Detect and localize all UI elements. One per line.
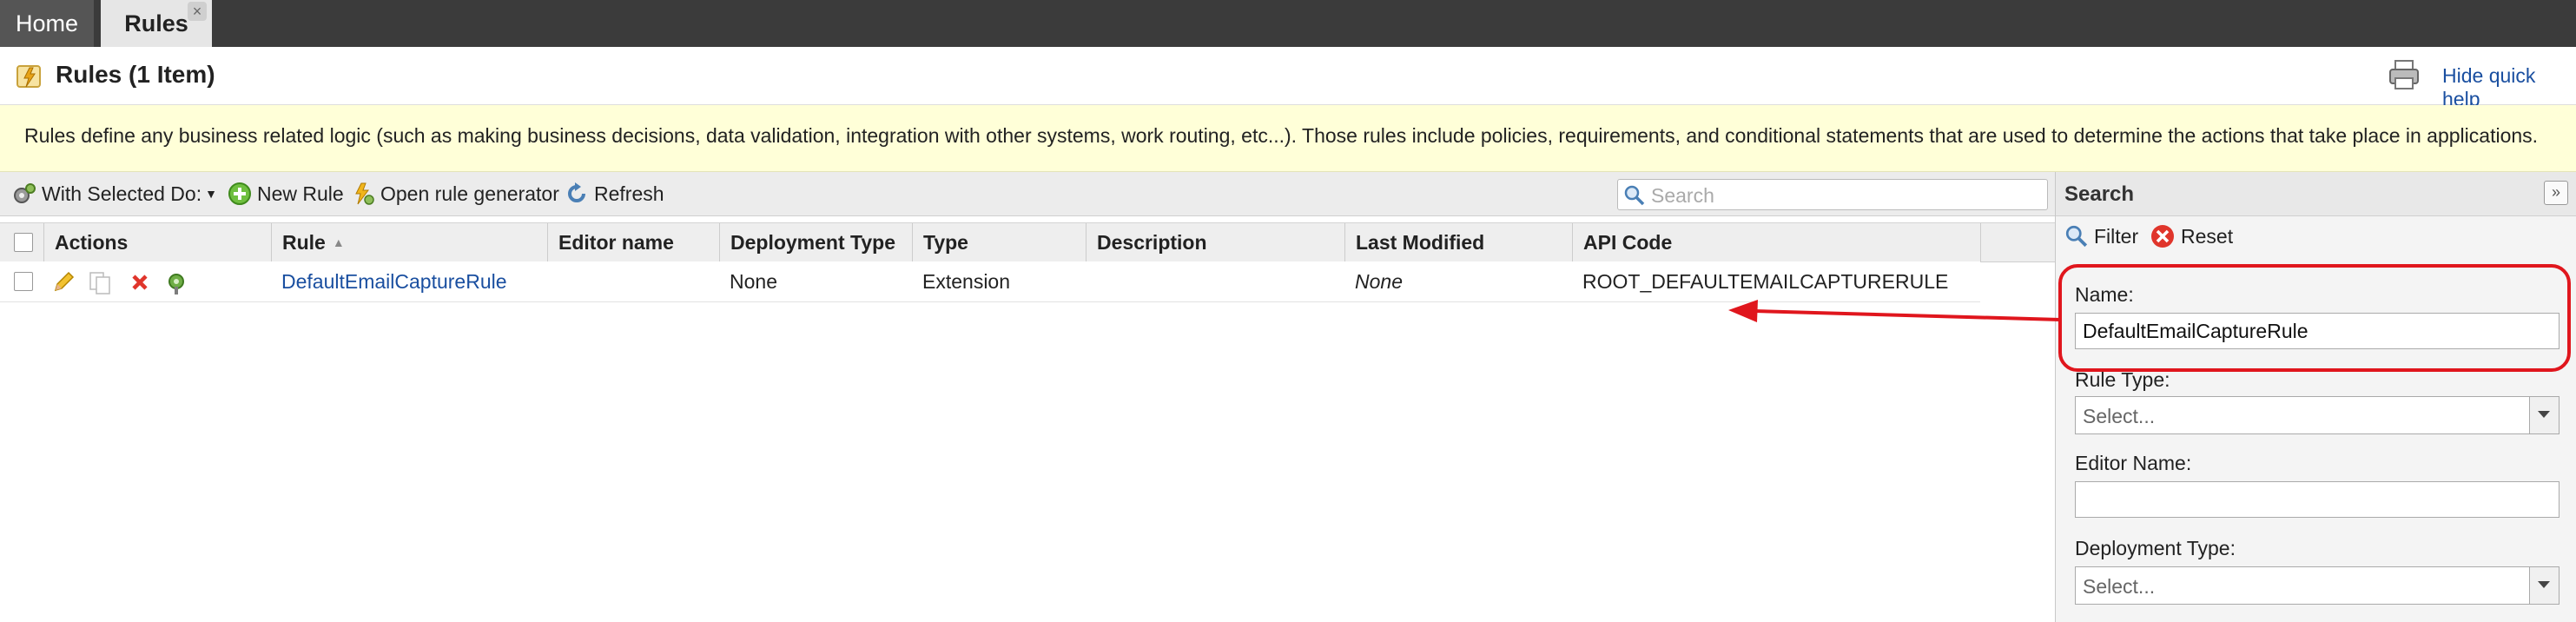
rule-type-select[interactable]: Select...	[2075, 396, 2559, 434]
search-panel-header: Search »	[2056, 172, 2576, 216]
reset-button[interactable]: Reset	[2150, 221, 2233, 252]
deployment-type-label: Deployment Type:	[2075, 537, 2236, 559]
print-icon[interactable]	[2387, 57, 2421, 92]
tab-bar: Home Rules ×	[0, 0, 2576, 47]
copy-icon[interactable]	[87, 269, 113, 295]
rules-icon	[17, 65, 41, 88]
rule-name-text[interactable]: DefaultEmailCaptureRule	[281, 270, 507, 294]
dropdown-arrow-icon	[2529, 567, 2559, 604]
new-rule-button[interactable]: New Rule	[228, 172, 344, 215]
cell-description	[1086, 261, 1344, 301]
column-api-code[interactable]: API Code	[1572, 223, 1980, 261]
new-rule-label: New Rule	[257, 182, 344, 205]
column-spacer	[1980, 223, 2055, 261]
gears-icon	[14, 183, 36, 203]
search-icon	[1624, 185, 1645, 206]
caret-down-icon: ▼	[205, 187, 217, 201]
rule-name-link[interactable]: DefaultEmailCaptureRule	[271, 261, 547, 301]
with-selected-label: With Selected Do:	[42, 182, 202, 205]
page-title: Rules (1 Item)	[56, 61, 215, 88]
close-tab-icon[interactable]: ×	[188, 2, 207, 21]
refresh-label: Refresh	[594, 182, 664, 205]
column-editor-name[interactable]: Editor name	[547, 223, 719, 261]
tab-home[interactable]: Home	[0, 0, 94, 47]
tab-rules-label: Rules	[124, 10, 188, 36]
collapse-panel-icon[interactable]: »	[2544, 181, 2568, 205]
add-icon	[228, 182, 251, 205]
cell-last-modified: None	[1355, 269, 1403, 293]
hide-quick-help-link[interactable]: Hide quick help	[2442, 64, 2576, 111]
editor-name-input[interactable]	[2075, 481, 2559, 518]
column-rule-label: Rule	[282, 230, 326, 254]
table-row[interactable]: DefaultEmailCaptureRule None Extension N…	[0, 261, 1980, 302]
help-text: Rules define any business related logic …	[24, 124, 2539, 147]
column-type[interactable]: Type	[912, 223, 1086, 261]
editor-name-label: Editor Name:	[2075, 452, 2192, 474]
rule-generator-icon	[355, 182, 374, 205]
with-selected-dropdown[interactable]: With Selected Do: ▼	[12, 172, 217, 215]
cell-deployment-type: None	[730, 269, 777, 293]
cell-api-code: ROOT_DEFAULTEMAILCAPTURERULE	[1582, 269, 1949, 293]
quick-help-banner: Rules define any business related logic …	[0, 105, 2576, 172]
column-deployment-type[interactable]: Deployment Type	[719, 223, 912, 261]
page-header: Rules (1 Item) Hide quick help	[0, 49, 2576, 110]
reset-icon	[2151, 225, 2174, 248]
column-last-modified[interactable]: Last Modified	[1344, 223, 1572, 261]
delete-icon[interactable]	[127, 269, 153, 295]
open-rule-generator-button[interactable]: Open rule generator	[351, 172, 559, 215]
rule-type-label: Rule Type:	[2075, 368, 2170, 391]
filter-search-icon	[2065, 225, 2088, 248]
open-rule-generator-label: Open rule generator	[380, 182, 559, 205]
cell-type: Extension	[922, 269, 1011, 293]
deployment-type-select[interactable]: Select...	[2075, 566, 2559, 605]
table-header: Actions Rule ▲ Editor name Deployment Ty…	[0, 222, 2055, 262]
dropdown-arrow-icon	[2529, 397, 2559, 433]
configure-icon[interactable]	[163, 269, 189, 295]
sort-ascending-icon: ▲	[332, 235, 345, 249]
reset-label: Reset	[2181, 224, 2234, 248]
search-input[interactable]	[1649, 182, 2044, 209]
filter-button[interactable]: Filter	[2064, 221, 2138, 252]
cell-editor-name	[547, 261, 719, 301]
tab-home-label: Home	[15, 10, 79, 36]
column-rule[interactable]: Rule ▲	[271, 223, 547, 261]
row-checkbox[interactable]	[14, 272, 33, 291]
refresh-icon	[568, 182, 585, 202]
search-panel: Search » Filter Reset Name: Rule Type: S…	[2055, 172, 2576, 622]
filter-label: Filter	[2094, 224, 2139, 248]
rule-type-value: Select...	[2083, 405, 2156, 427]
refresh-button[interactable]: Refresh	[565, 172, 664, 215]
search-box	[1617, 179, 2048, 210]
column-actions: Actions	[43, 223, 271, 261]
edit-icon[interactable]	[50, 269, 76, 295]
search-panel-title: Search	[2064, 182, 2135, 206]
name-label: Name:	[2075, 283, 2134, 306]
select-all-checkbox[interactable]	[14, 233, 33, 252]
deployment-type-value: Select...	[2083, 575, 2156, 598]
column-description[interactable]: Description	[1086, 223, 1344, 261]
name-input[interactable]	[2075, 313, 2559, 349]
